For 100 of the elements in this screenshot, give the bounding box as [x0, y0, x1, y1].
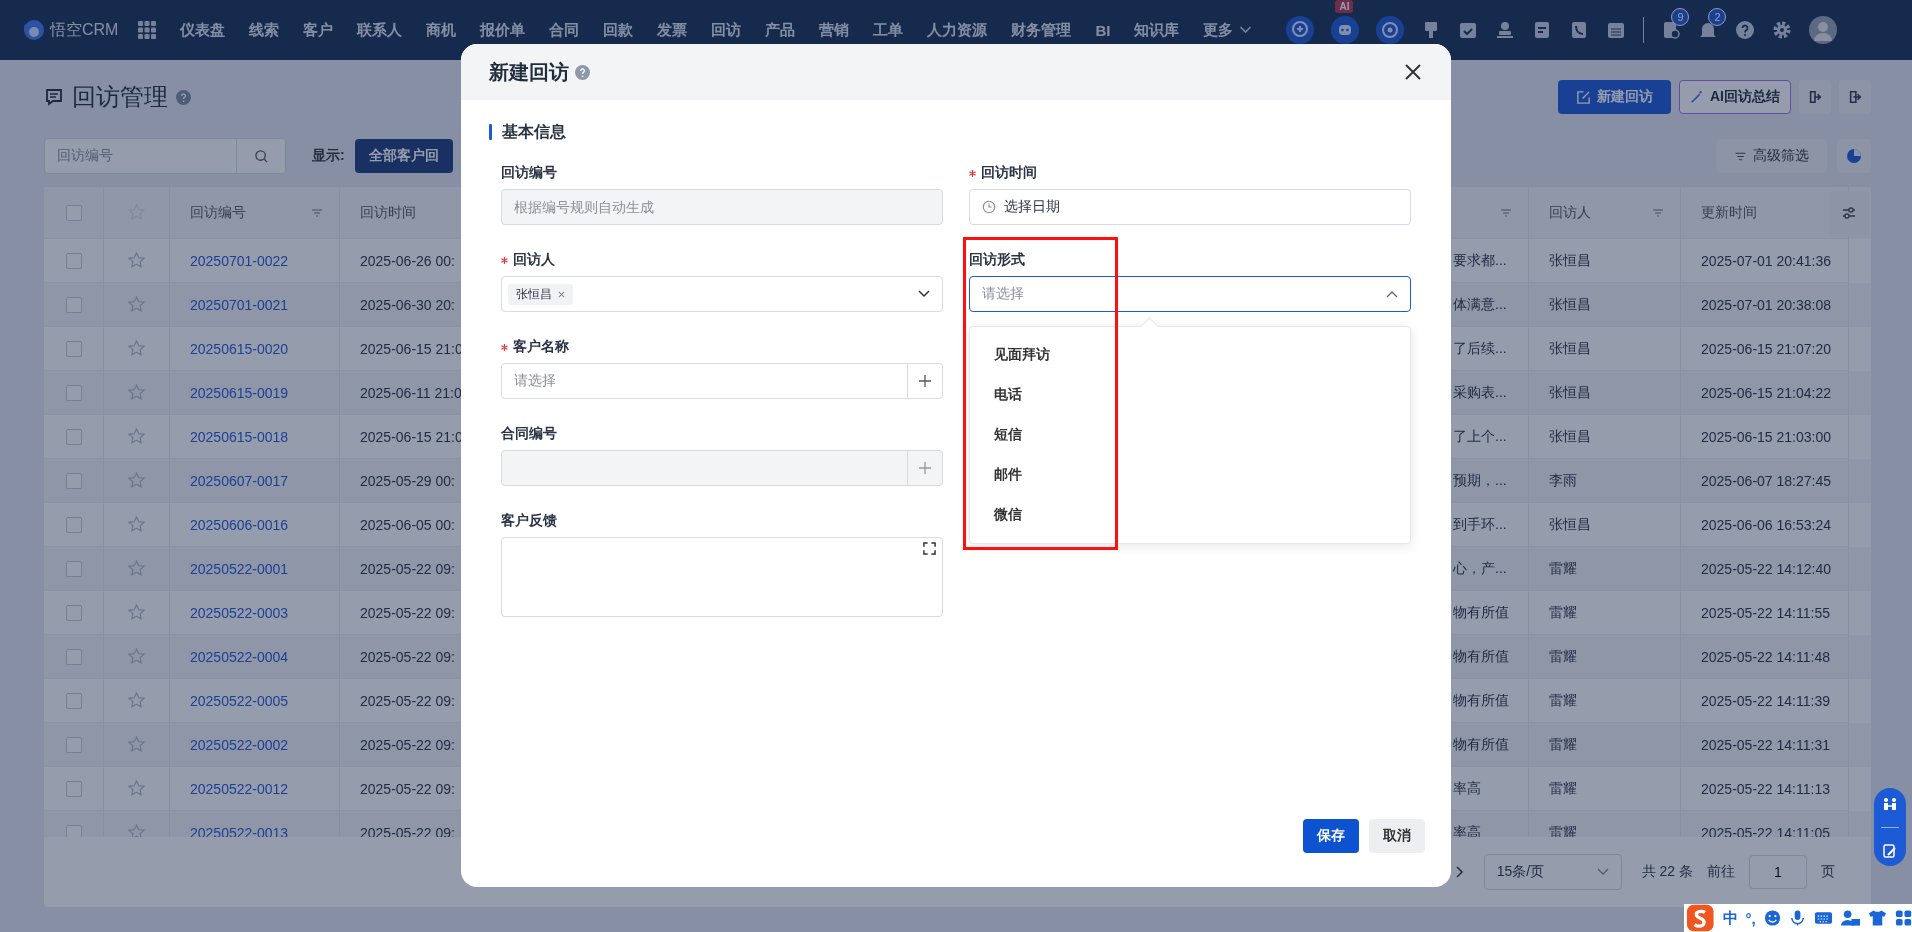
- dialog-title: 新建回访: [489, 59, 569, 85]
- table-cell: 2025-07-01 20:38:08: [1701, 296, 1831, 313]
- table-cell: 2025-05-22 14:12:40: [1701, 560, 1831, 577]
- dropdown-option[interactable]: 邮件: [970, 455, 1410, 495]
- nav-item[interactable]: 营销: [819, 20, 850, 40]
- table-cell: 2025-05-22 09:: [360, 824, 455, 837]
- advanced-filter-button[interactable]: 高级筛选: [1716, 139, 1827, 173]
- nav-item[interactable]: 发票: [657, 20, 688, 40]
- nav-item[interactable]: BI: [1095, 21, 1111, 39]
- table-cell: 2025-06-11 21:0: [360, 384, 462, 401]
- table-cell: 2025-05-22 09:: [360, 604, 455, 621]
- nav-item[interactable]: 知识库: [1134, 20, 1180, 40]
- table-cell: 2025-06-06 16:53:24: [1701, 516, 1831, 533]
- more-menu[interactable]: 更多: [1203, 20, 1253, 40]
- nav-item[interactable]: 合同: [549, 20, 580, 40]
- visit-number-link[interactable]: 20250522-0001: [190, 560, 289, 577]
- nav-item[interactable]: 产品: [765, 20, 796, 40]
- new-visit-button[interactable]: 新建回访: [1558, 80, 1671, 114]
- table-cell: 2025-05-29 00:: [360, 472, 455, 489]
- visit-number-link[interactable]: 20250701-0022: [190, 252, 289, 269]
- table-cell: 2025-06-15 21:07:20: [1701, 340, 1831, 357]
- nav-item[interactable]: 线索: [249, 20, 280, 40]
- visit-number-link[interactable]: 20250522-0005: [190, 692, 289, 709]
- field-label: 回访编号: [501, 164, 557, 182]
- ime-punctuation[interactable]: °,: [1745, 909, 1756, 927]
- table-cell: 李雨: [1549, 471, 1577, 490]
- ai-summary-button[interactable]: AI回访总结: [1679, 80, 1791, 114]
- table-cell: 物有所值: [1453, 603, 1509, 622]
- scope-button[interactable]: 全部客户回: [354, 139, 453, 173]
- field-label: 回访形式: [969, 251, 1025, 269]
- table-cell: 雷耀: [1549, 603, 1577, 622]
- dropdown-option[interactable]: 短信: [970, 415, 1410, 455]
- table-cell: 2025-05-22 09:: [360, 736, 455, 753]
- table-cell: 物有所值: [1453, 691, 1509, 710]
- selected-tag[interactable]: 张恒昌: [508, 283, 573, 305]
- column-header[interactable]: 回访人: [1549, 203, 1591, 222]
- count-badge: 2: [1708, 8, 1727, 26]
- column-header[interactable]: 回访时间: [360, 203, 416, 222]
- visit-number-link[interactable]: 20250615-0020: [190, 340, 289, 357]
- nav-item[interactable]: 仪表盘: [180, 20, 226, 40]
- table-cell: 2025-05-22 09:: [360, 648, 455, 665]
- table-cell: 预期，...: [1453, 471, 1507, 490]
- nav-item[interactable]: 联系人: [357, 20, 403, 40]
- visit-number-link[interactable]: 20250615-0019: [190, 384, 289, 401]
- page-title: 回访管理: [72, 82, 168, 112]
- nav-item[interactable]: 报价单: [480, 20, 526, 40]
- visit-number-link[interactable]: 20250522-0012: [190, 780, 289, 797]
- app-logo-text[interactable]: 悟空CRM: [50, 19, 119, 41]
- column-header[interactable]: 更新时间: [1701, 203, 1757, 222]
- table-cell: 雷耀: [1549, 559, 1577, 578]
- visit-number-link[interactable]: 20250701-0021: [190, 296, 289, 313]
- nav-item[interactable]: 回款: [603, 20, 634, 40]
- table-cell: 2025-06-15 21:04:22: [1701, 384, 1831, 401]
- visit-number-link[interactable]: 20250522-0002: [190, 736, 289, 753]
- visit-number-link[interactable]: 20250606-0016: [190, 516, 289, 533]
- nav-item[interactable]: 回访: [711, 20, 742, 40]
- nav-item[interactable]: 商机: [426, 20, 457, 40]
- picker-field[interactable]: 请选择: [501, 363, 943, 399]
- show-label: 显示:: [312, 147, 345, 165]
- section-title: 基本信息: [502, 121, 566, 142]
- visitor-select[interactable]: 张恒昌: [501, 276, 943, 312]
- nav-item[interactable]: 客户: [303, 20, 334, 40]
- visit-number-link[interactable]: 20250522-0003: [190, 604, 289, 621]
- table-cell: 率高: [1453, 779, 1481, 798]
- nav-item[interactable]: 人力资源: [927, 20, 988, 40]
- table-cell: 2025-05-22 09:: [360, 780, 455, 797]
- field-label: 客户反馈: [501, 512, 557, 530]
- table-cell: 2025-07-01 20:41:36: [1701, 252, 1831, 269]
- visit-number-link[interactable]: 20250607-0017: [190, 472, 289, 489]
- visit-number-link[interactable]: 20250615-0018: [190, 428, 289, 445]
- visit-number-link[interactable]: 20250522-0004: [190, 648, 289, 665]
- table-cell: 了后续...: [1453, 339, 1507, 358]
- date-field[interactable]: 选择日期: [969, 189, 1411, 225]
- goto-label: 前往: [1707, 863, 1735, 881]
- table-cell: 2025-05-22 09:: [360, 560, 455, 577]
- table-cell: 雷耀: [1549, 735, 1577, 754]
- nav-item[interactable]: 工单: [873, 20, 904, 40]
- save-button[interactable]: 保存: [1303, 819, 1359, 853]
- visit-type-select[interactable]: 请选择: [969, 276, 1411, 312]
- cancel-button[interactable]: 取消: [1369, 819, 1425, 853]
- table-cell: 2025-06-30 20:: [360, 296, 455, 313]
- table-cell: 到手环...: [1453, 515, 1507, 534]
- dropdown-option[interactable]: 见面拜访: [970, 335, 1410, 375]
- column-header[interactable]: 回访编号: [190, 203, 246, 222]
- ime-mode[interactable]: 中: [1722, 908, 1738, 928]
- dropdown-option[interactable]: 电话: [970, 375, 1410, 415]
- table-cell: 张恒昌: [1549, 427, 1591, 446]
- visit-number-link[interactable]: 20250522-0013: [190, 824, 289, 837]
- nav-item[interactable]: 财务管理: [1011, 20, 1072, 40]
- dropdown-option[interactable]: 微信: [970, 495, 1410, 535]
- table-cell: 张恒昌: [1549, 515, 1591, 534]
- table-cell: 雷耀: [1549, 647, 1577, 666]
- table-cell: 张恒昌: [1549, 295, 1591, 314]
- table-cell: 2025-05-22 14:11:13: [1701, 780, 1830, 797]
- field-label: 回访时间: [981, 164, 1037, 182]
- page-input[interactable]: 1: [1749, 855, 1807, 889]
- table-cell: 物有所值: [1453, 735, 1509, 754]
- ai-badge: AI: [1335, 0, 1354, 13]
- page-size-select[interactable]: 15条/页: [1483, 854, 1622, 890]
- table-cell: 2025-05-22 14:11:48: [1701, 648, 1830, 665]
